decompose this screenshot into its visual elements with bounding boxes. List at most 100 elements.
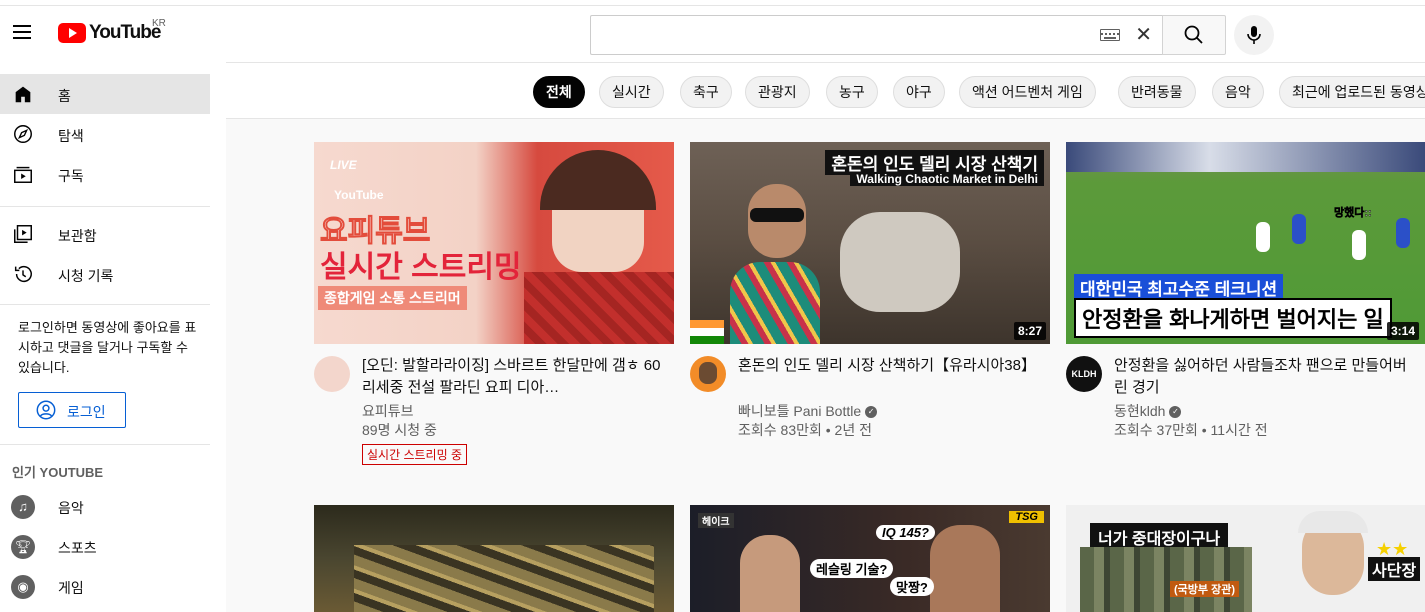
channel-name[interactable]: 동현kldh ✓ <box>1114 402 1182 421</box>
verified-icon: ✓ <box>1169 406 1182 419</box>
sidebar-item-label: 게임 <box>58 580 84 596</box>
thumbnail-text: LIVE <box>330 158 357 172</box>
masthead: YouTube KR ✕ <box>0 6 1425 62</box>
login-prompt: 로그인하면 동영상에 좋아요를 표시하고 댓글을 달거나 구독할 수 있습니다. <box>18 320 197 375</box>
chip-live[interactable]: 실시간 <box>599 76 664 108</box>
youtube-logo[interactable]: YouTube <box>58 22 161 44</box>
sidebar-item-home[interactable]: 홈 <box>0 74 210 114</box>
sidebar-item-explore[interactable]: 탐색 <box>0 114 210 154</box>
trophy-icon: 🏆︎ <box>11 535 35 559</box>
sidebar-item-subscriptions[interactable]: 구독 <box>0 154 210 194</box>
chip-music[interactable]: 음악 <box>1212 76 1264 108</box>
search-icon <box>1184 25 1203 44</box>
video-thumbnail[interactable]: 혼돈의 인도 델리 시장 산책기 Walking Chaotic Market … <box>690 142 1050 344</box>
sidebar-item-history[interactable]: 시청 기록 <box>0 254 210 294</box>
sidebar-item-library[interactable]: 보관함 <box>0 214 210 254</box>
chip-pets[interactable]: 반려동물 <box>1118 76 1196 108</box>
video-title[interactable]: 혼돈의 인도 델리 시장 산책하기【유라시아38】 <box>738 355 1038 377</box>
music-icon: ♫ <box>11 495 35 519</box>
sidebar-item-label: 보관함 <box>58 228 97 244</box>
sidebar-item-label: 음악 <box>58 500 84 516</box>
channel-name-text: 빠니보틀 Pani Bottle <box>738 403 862 419</box>
logo-text: YouTube <box>89 22 161 43</box>
video-thumbnail[interactable] <box>314 505 674 612</box>
chip-action-adventure[interactable]: 액션 어드벤처 게임 <box>959 76 1096 108</box>
man-head <box>740 535 800 612</box>
login-button[interactable]: 로그인 <box>18 392 126 428</box>
weapons-pile <box>354 545 654 612</box>
thumbnail-text: 대한민국 최고수준 테크니션 <box>1074 274 1284 301</box>
keyboard-icon[interactable] <box>1100 29 1120 41</box>
chip-tourist-spots[interactable]: 관광지 <box>745 76 810 108</box>
popular-section-title: 인기 YOUTUBE <box>12 465 104 480</box>
subscriptions-icon <box>14 166 32 183</box>
stadium-boards <box>1066 142 1425 172</box>
verified-icon: ✓ <box>865 406 878 419</box>
sidebar-divider <box>0 444 210 445</box>
sidebar-item-label: 구독 <box>58 168 84 184</box>
video-stats: 조회수 37만회 • 11시간 전 <box>1114 422 1268 438</box>
compass-icon <box>14 125 32 143</box>
sidebar-item-gaming[interactable]: ◉ 게임 <box>0 566 210 606</box>
region-code: KR <box>152 18 166 29</box>
video-thumbnail[interactable]: 망했다:: 대한민국 최고수준 테크니션 안정환을 화나게하면 벌어지는 일 3… <box>1066 142 1425 344</box>
channel-name[interactable]: 요피튜브 <box>362 402 414 421</box>
chip-all[interactable]: 전체 <box>533 76 585 108</box>
sidebar-divider <box>0 304 210 305</box>
sidebar-item-label: 탐색 <box>58 128 84 144</box>
video-duration: 8:27 <box>1013 322 1046 340</box>
video-thumbnail[interactable]: 헤이크 TSG IQ 145? 레슬링 기술? 맞짱? <box>690 505 1050 612</box>
library-icon <box>14 225 32 243</box>
avatar-face <box>699 362 717 384</box>
play-logo-icon <box>58 23 86 43</box>
player <box>1396 218 1410 248</box>
thumbnail-text: Walking Chaotic Market in Delhi <box>850 172 1044 186</box>
sidebar: 홈 탐색 구독 보관함 시청 기록 로그인하면 동영상에 좋아요를 표시하고 댓… <box>0 62 226 612</box>
video-stats: 조회수 83만회 • 2년 전 <box>738 422 872 438</box>
chip-soccer[interactable]: 축구 <box>680 76 732 108</box>
thumbnail-text: 망했다:: <box>1334 207 1372 220</box>
thumbnail-text: 레슬링 기술? <box>810 559 894 578</box>
sidebar-item-music[interactable]: ♫ 음악 <box>0 486 210 526</box>
player <box>1292 214 1306 244</box>
history-icon <box>14 266 32 283</box>
channel-name[interactable]: 빠니보틀 Pani Bottle ✓ <box>738 402 878 421</box>
sidebar-item-sports[interactable]: 🏆︎ 스포츠 <box>0 526 210 566</box>
soldiers-photo <box>1080 547 1252 612</box>
chip-baseball[interactable]: 야구 <box>893 76 945 108</box>
thumbnail-text: YouTube <box>334 188 384 202</box>
video-thumbnail[interactable]: 너가 중대장이구나 (국방부 장관) ★★ 사단장 <box>1066 505 1425 612</box>
live-badge: 실시간 스트리밍 중 <box>362 444 467 465</box>
streamer-shirt <box>524 272 674 344</box>
search-input[interactable]: ✕ <box>590 15 1162 55</box>
gamepad-icon: ◉ <box>11 575 35 599</box>
thumbnail-text: (국방부 장관) <box>1170 581 1239 597</box>
player <box>1352 230 1366 260</box>
channel-name-text: 동현kldh <box>1114 403 1166 419</box>
chip-basketball[interactable]: 농구 <box>826 76 878 108</box>
thumbnail-text: IQ 145? <box>876 525 935 540</box>
video-stats: 89명 시청 중 <box>362 422 437 438</box>
login-button-label: 로그인 <box>67 404 106 420</box>
thumbnail-text: 안정환을 화나게하면 벌어지는 일 <box>1074 298 1392 338</box>
menu-icon[interactable] <box>8 18 36 46</box>
voice-search-button[interactable] <box>1234 15 1274 55</box>
video-title[interactable]: 안정환을 싫어하던 사람들조차 팬으로 만들어버린 경기 <box>1114 355 1414 399</box>
thumbnail-text: 실시간 스트리밍 <box>320 251 522 284</box>
microphone-icon <box>1247 26 1261 44</box>
channel-avatar[interactable] <box>690 356 726 392</box>
cow-figure <box>840 212 960 312</box>
close-icon[interactable]: ✕ <box>1135 22 1152 48</box>
channel-avatar[interactable] <box>314 356 350 392</box>
thumbnail-text: 사단장 <box>1368 557 1421 581</box>
video-title[interactable]: [오딘: 발할라라이징] 스바르트 한달만에 갬ㅎ 60리세중 전설 팔라딘 요… <box>362 355 662 399</box>
channel-avatar[interactable]: KLDH <box>1066 356 1102 392</box>
search-button[interactable] <box>1162 15 1226 55</box>
chip-recently-uploaded[interactable]: 최근에 업로드된 동영상 <box>1279 76 1425 108</box>
thumbnail-text: 헤이크 <box>698 513 734 528</box>
video-thumbnail[interactable]: LIVE YouTube 요피튜브 실시간 스트리밍 종합게임 소통 스트리머 <box>314 142 674 344</box>
sidebar-item-label: 홈 <box>58 88 71 104</box>
flag-graphic <box>690 320 724 344</box>
sunglasses <box>750 208 804 222</box>
man-head <box>930 525 1000 612</box>
